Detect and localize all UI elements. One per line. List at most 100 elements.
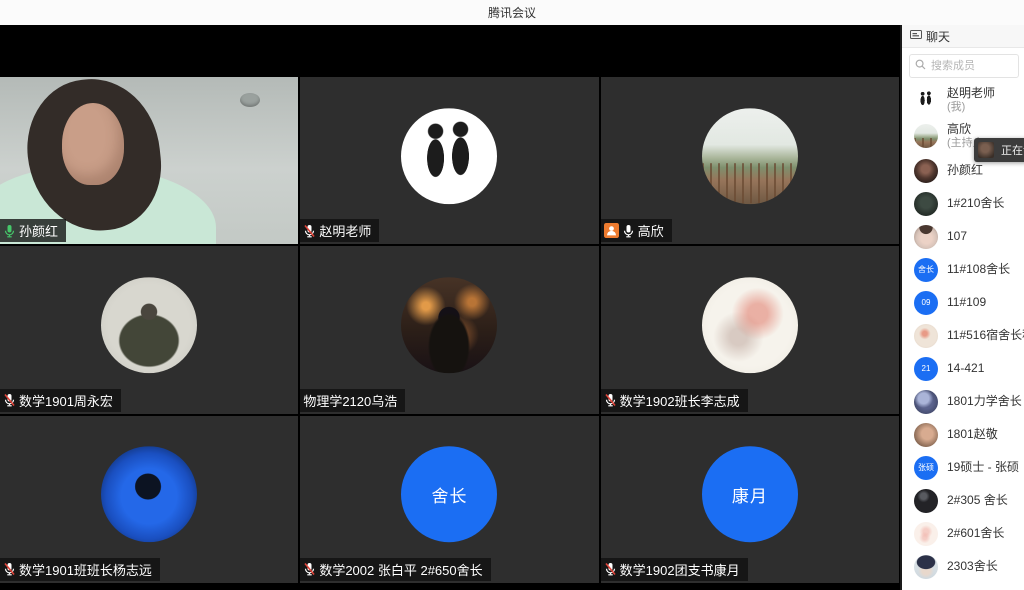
member-name: 11#516宿舍长程茜	[947, 328, 1024, 343]
member-avatar: 张硕	[914, 456, 938, 480]
participant-avatar: 舍长	[401, 447, 497, 543]
member-row[interactable]: 2#601舍长	[902, 517, 1024, 550]
member-subtitle: (我)	[947, 101, 995, 114]
sidebar-header: 聊天	[902, 25, 1024, 48]
member-avatar	[914, 489, 938, 513]
video-tile[interactable]: 物理学2120乌浩	[300, 246, 598, 413]
member-row[interactable]: 赵明老师 (我)	[902, 82, 1024, 118]
member-avatar	[914, 555, 938, 579]
member-name: 高欣	[947, 122, 987, 137]
member-name: 1801赵敬	[947, 427, 998, 442]
member-row[interactable]: 21 14-421	[902, 352, 1024, 385]
video-stage: 孙颜红 赵明老师 高欣 数学1901周永宏	[0, 25, 900, 590]
member-name: 1#210舍长	[947, 196, 1004, 211]
member-text: 赵明老师 (我)	[947, 86, 995, 114]
member-name: 2#601舍长	[947, 526, 1004, 541]
video-grid: 孙颜红 赵明老师 高欣 数学1901周永宏	[0, 77, 899, 583]
member-row[interactable]: 1#210舍长	[902, 187, 1024, 220]
member-row[interactable]: 1801力学舍长	[902, 385, 1024, 418]
participant-name: 数学1902班长李志成	[620, 391, 740, 410]
member-avatar	[914, 192, 938, 216]
search-input[interactable]	[929, 59, 1013, 73]
mic-icon	[303, 224, 316, 238]
window-titlebar[interactable]: 腾讯会议	[0, 0, 1024, 25]
member-text: 1801赵敬	[947, 427, 998, 442]
member-text: 2#305 舍长	[947, 493, 1008, 508]
participant-avatar	[101, 447, 197, 543]
speaking-text: 正在讲话	[1001, 142, 1024, 158]
member-avatar	[914, 423, 938, 447]
member-avatar	[914, 324, 938, 348]
member-row[interactable]: 1801赵敬	[902, 418, 1024, 451]
participant-label: 数学2002 张白平 2#650舍长	[300, 558, 490, 581]
participant-name: 高欣	[638, 221, 664, 240]
participant-avatar	[401, 277, 497, 373]
member-name: 1801力学舍长	[947, 394, 1022, 409]
member-name: 11#108舍长	[947, 262, 1010, 277]
participant-name: 数学1902团支书康月	[620, 560, 740, 579]
member-text: 11#108舍长	[947, 262, 1010, 277]
member-text: 2303舍长	[947, 559, 998, 574]
member-avatar	[914, 522, 938, 546]
participant-label: 数学1901周永宏	[0, 389, 121, 412]
member-row[interactable]: 107	[902, 220, 1024, 253]
video-tile[interactable]: 数学1901班班长杨志远	[0, 416, 298, 583]
member-text: 14-421	[947, 361, 984, 376]
speaking-avatar	[978, 142, 994, 158]
window-title: 腾讯会议	[488, 4, 536, 21]
member-row[interactable]: 舍长 11#108舍长	[902, 253, 1024, 286]
video-tile[interactable]: 赵明老师	[300, 77, 598, 244]
video-tile[interactable]: 康月 数学1902团支书康月	[601, 416, 899, 583]
participant-name: 孙颜红	[19, 221, 58, 240]
participant-avatar	[702, 108, 798, 204]
mic-icon	[604, 393, 617, 407]
search-box[interactable]	[909, 54, 1019, 78]
member-name: 孙颜红	[947, 163, 983, 178]
member-avatar: 09	[914, 291, 938, 315]
member-name: 107	[947, 229, 967, 244]
member-row[interactable]: 张硕 19硕士 - 张硕	[902, 451, 1024, 484]
video-tile[interactable]: 数学1901周永宏	[0, 246, 298, 413]
participant-name: 物理学2120乌浩	[303, 391, 397, 410]
host-badge-icon	[604, 223, 619, 238]
member-text: 107	[947, 229, 967, 244]
member-text: 1#210舍长	[947, 196, 1004, 211]
participant-label: 数学1901班班长杨志远	[0, 558, 160, 581]
member-name: 2#305 舍长	[947, 493, 1008, 508]
video-tile[interactable]: 孙颜红	[0, 77, 298, 244]
participant-label: 孙颜红	[0, 219, 66, 242]
participant-label: 物理学2120乌浩	[300, 389, 405, 412]
avatar-initials: 康月	[702, 447, 798, 543]
member-avatar: 21	[914, 357, 938, 381]
participant-avatar	[702, 277, 798, 373]
participant-label: 赵明老师	[300, 219, 379, 242]
video-tile[interactable]: 舍长 数学2002 张白平 2#650舍长	[300, 416, 598, 583]
participant-label: 数学1902团支书康月	[601, 558, 748, 581]
member-row[interactable]: 11#516宿舍长程茜	[902, 319, 1024, 352]
member-text: 2#601舍长	[947, 526, 1004, 541]
member-row[interactable]: 2303舍长	[902, 550, 1024, 583]
participant-avatar	[401, 108, 497, 204]
participant-name: 数学2002 张白平 2#650舍长	[319, 560, 482, 579]
member-avatar	[914, 124, 938, 148]
mic-icon	[3, 224, 16, 238]
member-avatar: 舍长	[914, 258, 938, 282]
member-row[interactable]: 09 11#109	[902, 286, 1024, 319]
member-row[interactable]: 2#305 舍长	[902, 484, 1024, 517]
member-name: 14-421	[947, 361, 984, 376]
member-name: 19硕士 - 张硕	[947, 460, 1019, 475]
member-text: 11#516宿舍长程茜	[947, 328, 1024, 343]
member-avatar	[914, 225, 938, 249]
search-icon	[915, 57, 926, 75]
member-name: 11#109	[947, 295, 986, 310]
speaking-indicator: 正在讲话	[974, 138, 1024, 162]
sidebar-title: 聊天	[926, 28, 950, 45]
member-avatar	[914, 88, 938, 112]
member-text: 1801力学舍长	[947, 394, 1022, 409]
video-tile[interactable]: 高欣	[601, 77, 899, 244]
member-name: 2303舍长	[947, 559, 998, 574]
participant-avatar	[101, 277, 197, 373]
video-tile[interactable]: 数学1902班长李志成	[601, 246, 899, 413]
mic-icon	[604, 562, 617, 576]
mic-icon	[3, 562, 16, 576]
